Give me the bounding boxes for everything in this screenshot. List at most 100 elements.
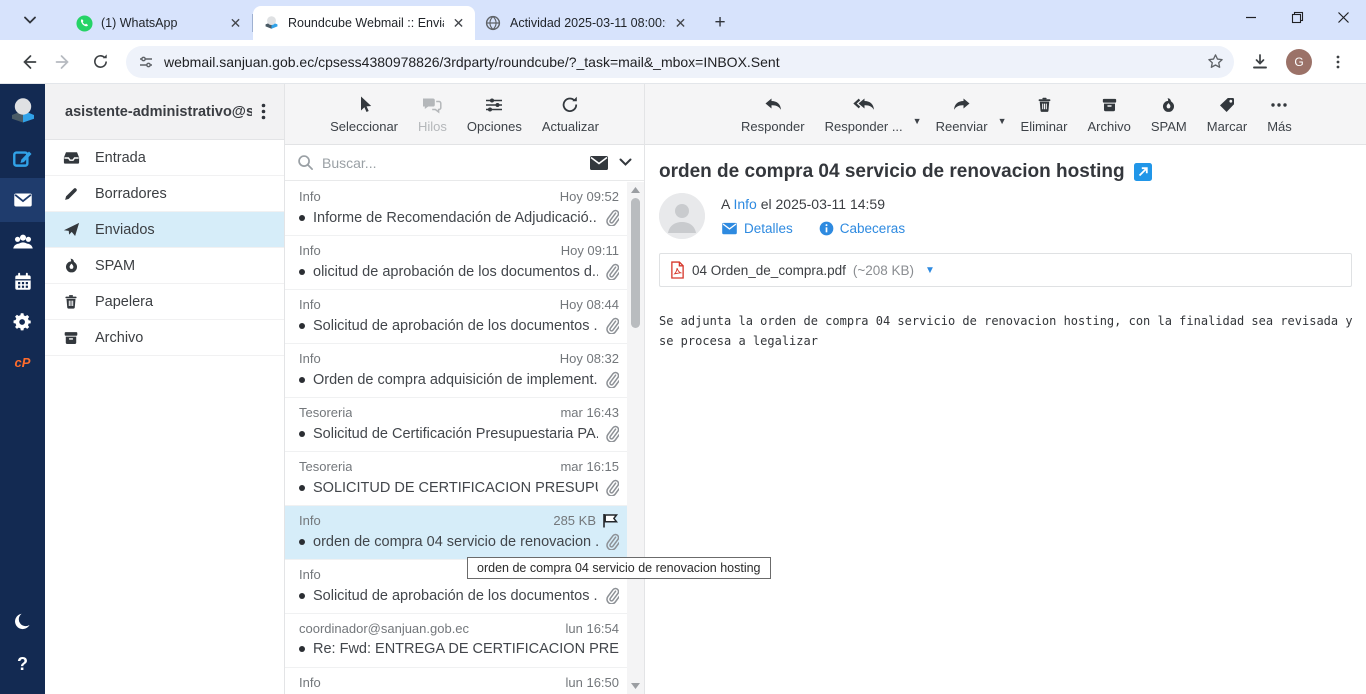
help-icon[interactable]: ? xyxy=(0,644,45,684)
app-rail: cP ? xyxy=(0,84,45,694)
select-button[interactable]: Seleccionar xyxy=(320,90,408,138)
open-in-new-window-icon[interactable] xyxy=(1133,163,1152,181)
forward-button[interactable] xyxy=(48,46,80,78)
message-list-item[interactable]: Info Hoy 08:32 Orden de compra adquisici… xyxy=(285,344,627,398)
account-header: asistente-administrativo@sa... xyxy=(45,84,284,140)
date-line: el 2025-03-11 14:59 xyxy=(760,196,886,212)
browser-toolbar: webmail.sanjuan.gob.ec/cpsess4380978826/… xyxy=(0,40,1366,84)
tab-close-icon[interactable]: ✕ xyxy=(672,15,689,32)
attachment-row[interactable]: 04 Orden_de_compra.pdf (~208 KB) ▼ xyxy=(659,253,1352,287)
message-subject: SOLICITUD DE CERTIFICACION PRESUPUES... xyxy=(313,479,598,496)
url-text[interactable]: webmail.sanjuan.gob.ec/cpsess4380978826/… xyxy=(164,54,1207,70)
unread-dot[interactable] xyxy=(299,268,305,275)
options-button[interactable]: Opciones xyxy=(457,90,532,138)
scrollbar-thumb[interactable] xyxy=(631,198,640,328)
tab-close-icon[interactable]: ✕ xyxy=(227,15,244,32)
browser-menu-icon[interactable] xyxy=(1322,46,1354,78)
message-list-item[interactable]: Info 285 KB orden de compra 04 servicio … xyxy=(285,506,627,560)
unread-dot[interactable] xyxy=(299,538,305,545)
address-bar[interactable]: webmail.sanjuan.gob.ec/cpsess4380978826/… xyxy=(126,45,1234,78)
unread-dot[interactable] xyxy=(299,592,305,599)
attachment-dropdown-icon[interactable]: ▼ xyxy=(925,265,935,276)
message-content-panel: Responder Responder ... ▼ Reenviar ▼ Eli… xyxy=(645,84,1366,694)
cpanel-icon[interactable]: cP xyxy=(0,342,45,382)
refresh-button[interactable]: Actualizar xyxy=(532,90,609,138)
back-button[interactable] xyxy=(12,46,44,78)
unread-dot[interactable] xyxy=(299,376,305,383)
forward-button[interactable]: Reenviar xyxy=(926,90,998,138)
account-menu-icon[interactable] xyxy=(252,103,274,120)
tab-close-icon[interactable]: ✕ xyxy=(450,15,467,32)
message-subject: Orden de compra adquisición de implement… xyxy=(313,371,598,388)
tab-roundcube-active[interactable]: Roundcube Webmail :: Enviados ✕ xyxy=(253,6,475,40)
bookmark-star-icon[interactable] xyxy=(1207,53,1224,70)
scroll-up-icon[interactable] xyxy=(627,184,644,196)
reply-button[interactable]: Responder xyxy=(731,90,815,138)
headers-link[interactable]: Cabeceras xyxy=(819,221,905,236)
folder-item-archivo[interactable]: Archivo xyxy=(45,320,284,356)
list-scrollbar[interactable] xyxy=(627,182,644,694)
mail-nav-icon[interactable] xyxy=(0,178,45,222)
message-subject: Solicitud de aprobación de los documento… xyxy=(313,317,598,334)
reply-all-button[interactable]: Responder ... xyxy=(815,90,913,138)
search-scope-mail-icon[interactable] xyxy=(589,155,609,171)
message-list-item[interactable]: coordinador@sanjuan.gob.ec lun 16:54 Re:… xyxy=(285,614,627,668)
site-settings-icon[interactable] xyxy=(138,54,154,70)
flag-icon[interactable] xyxy=(602,513,619,528)
attachment-name[interactable]: 04 Orden_de_compra.pdf xyxy=(692,263,846,278)
more-button[interactable]: Más xyxy=(1257,90,1302,138)
forward-dropdown-icon[interactable]: ▼ xyxy=(998,102,1011,126)
list-toolbar: Seleccionar Hilos Opciones Actualizar xyxy=(285,84,644,145)
search-options-chevron-icon[interactable] xyxy=(619,158,632,167)
reload-button[interactable] xyxy=(84,46,116,78)
mark-button[interactable]: Marcar xyxy=(1197,90,1257,138)
search-input[interactable] xyxy=(322,154,589,171)
message-list-item[interactable]: Tesoreria mar 16:43 Solicitud de Certifi… xyxy=(285,398,627,452)
restore-button[interactable] xyxy=(1274,0,1320,34)
unread-dot[interactable] xyxy=(299,322,305,329)
message-list-item[interactable]: Info lun 16:50 xyxy=(285,668,627,694)
message-list-item[interactable]: Info Hoy 09:52 Informe de Recomendación … xyxy=(285,182,627,236)
pencil-icon xyxy=(61,184,81,204)
compose-icon[interactable] xyxy=(0,138,45,178)
settings-gear-icon[interactable] xyxy=(0,302,45,342)
message-sender: Info xyxy=(299,513,321,528)
folder-item-entrada[interactable]: Entrada xyxy=(45,140,284,176)
archive-button[interactable]: Archivo xyxy=(1078,90,1141,138)
dark-mode-moon-icon[interactable] xyxy=(0,602,45,642)
folder-item-spam[interactable]: SPAM xyxy=(45,248,284,284)
unread-dot[interactable] xyxy=(299,214,305,221)
tab-actividad[interactable]: Actividad 2025-03-11 08:00:00 ✕ xyxy=(475,6,697,40)
attachment-icon xyxy=(604,587,619,604)
tab-whatsapp[interactable]: (1) WhatsApp ✕ xyxy=(66,6,252,40)
recipient-link[interactable]: Info xyxy=(733,196,756,212)
message-list-item[interactable]: Info Hoy 08:44 Solicitud de aprobación d… xyxy=(285,290,627,344)
mail-body-text: Se adjunta la orden de compra 04 servici… xyxy=(659,314,1353,348)
unread-dot[interactable] xyxy=(299,646,305,652)
folder-item-borradores[interactable]: Borradores xyxy=(45,176,284,212)
details-link[interactable]: Detalles xyxy=(721,221,793,236)
close-window-button[interactable] xyxy=(1320,0,1366,34)
minimize-button[interactable] xyxy=(1228,0,1274,34)
message-list-item[interactable]: Tesoreria mar 16:15 SOLICITUD DE CERTIFI… xyxy=(285,452,627,506)
contacts-icon[interactable] xyxy=(0,222,45,262)
spam-button[interactable]: SPAM xyxy=(1141,90,1197,138)
attachment-icon xyxy=(604,425,619,442)
message-date: Hoy 09:52 xyxy=(559,189,619,204)
reply-all-dropdown-icon[interactable]: ▼ xyxy=(913,102,926,126)
unread-dot[interactable] xyxy=(299,430,305,437)
new-tab-button[interactable]: + xyxy=(707,10,733,36)
browser-profile-avatar[interactable]: G xyxy=(1286,48,1312,75)
threads-button[interactable]: Hilos xyxy=(408,90,457,138)
folder-label: Papelera xyxy=(95,293,154,310)
tab-search-chevron-icon[interactable] xyxy=(18,10,42,30)
refresh-icon xyxy=(560,94,580,116)
message-list-item[interactable]: Info Hoy 09:11 olicitud de aprobación de… xyxy=(285,236,627,290)
downloads-icon[interactable] xyxy=(1244,46,1276,78)
folder-item-enviados[interactable]: Enviados xyxy=(45,212,284,248)
calendar-icon[interactable] xyxy=(0,262,45,302)
unread-dot[interactable] xyxy=(299,484,305,491)
delete-button[interactable]: Eliminar xyxy=(1011,90,1078,138)
scroll-down-icon[interactable] xyxy=(627,680,644,692)
folder-item-papelera[interactable]: Papelera xyxy=(45,284,284,320)
